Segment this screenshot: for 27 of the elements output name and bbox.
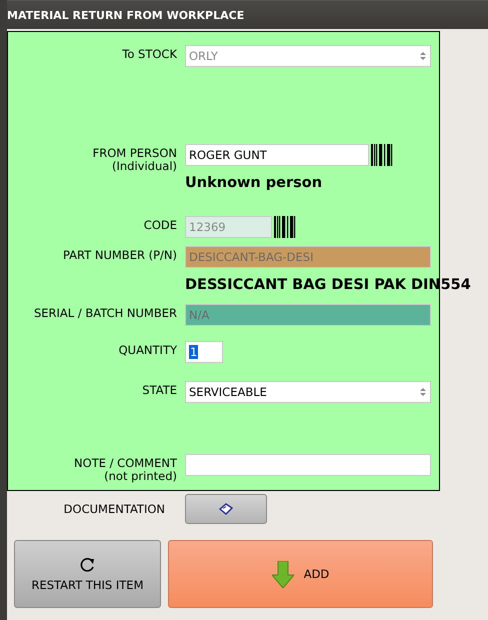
add-button[interactable]: ADD [168,540,433,608]
documentation-button[interactable] [185,494,267,524]
field-label: SERIAL / BATCH NUMBER [34,307,177,320]
quantity-field[interactable]: 1 [185,341,223,363]
note-field[interactable] [185,454,431,476]
field-label: QUANTITY [118,344,177,357]
book-icon [218,502,234,516]
documentation-label: DOCUMENTATION [62,502,166,516]
window-title: MATERIAL RETURN FROM WORKPLACE [7,8,244,22]
field-sublabel: (not printed) [104,470,177,483]
field-sublabel: (Individual) [112,160,177,173]
input-field[interactable]: ROGER GUNT [185,144,369,166]
field-label: NOTE / COMMENT [74,457,177,470]
select-field[interactable]: SERVICEABLE [185,381,431,403]
person-status-text: Unknown person [185,174,322,192]
barcode-icon[interactable] [371,144,393,166]
spinner-arrows-icon [419,387,427,397]
down-arrow-icon [272,560,294,588]
field-label: STATE [142,384,177,397]
field-label: CODE [144,219,177,232]
field-label: PART NUMBER (P/N) [62,249,177,262]
barcode-icon[interactable] [274,216,296,238]
spinner-arrows-icon [419,51,427,61]
field-label: FROM PERSON [92,147,177,160]
restart-button[interactable]: RESTART THIS ITEM [14,540,161,608]
refresh-icon [80,556,96,572]
field-label: To STOCK [122,48,177,61]
